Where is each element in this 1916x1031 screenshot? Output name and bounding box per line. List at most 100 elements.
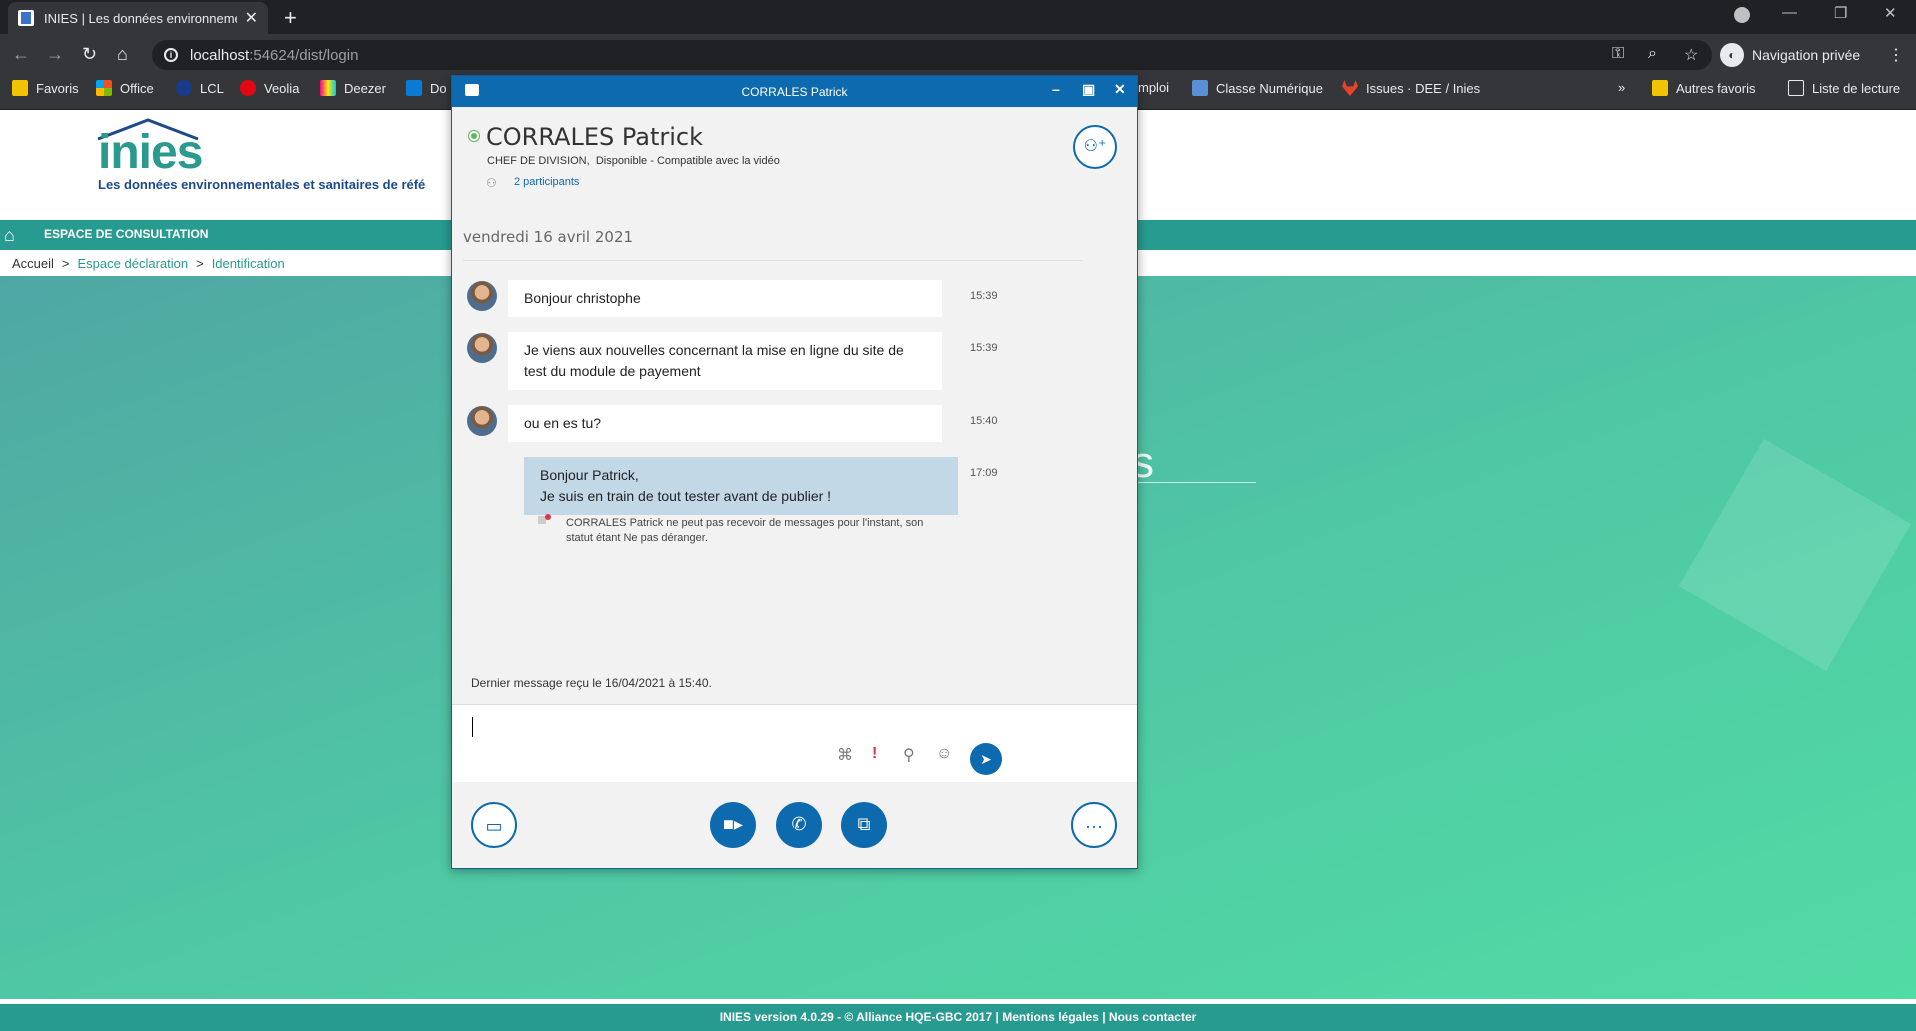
url-host: localhost — [190, 46, 250, 64]
site-info-icon[interactable]: i — [164, 48, 178, 62]
bookmarks-overflow-button[interactable]: » — [1618, 80, 1625, 95]
my-message-line: Je suis en train de tout tester avant de… — [540, 488, 832, 504]
page-favicon-icon — [18, 10, 34, 26]
breadcrumb-identification[interactable]: Identification — [212, 256, 285, 271]
bookmark-classe-numerique[interactable]: Classe Numérique — [1192, 80, 1323, 96]
gitlab-icon — [1342, 80, 1358, 96]
chat-minimize-icon[interactable]: – — [1052, 81, 1060, 97]
folder-icon — [12, 80, 28, 96]
bookmark-do[interactable]: Do — [406, 80, 447, 96]
reload-icon[interactable]: ↻ — [82, 44, 97, 65]
link-icon[interactable]: ⚲ — [903, 745, 915, 765]
bookmark-label: Favoris — [36, 80, 79, 96]
minimize-window-icon[interactable]: — — [1782, 4, 1797, 21]
emoticon-icon[interactable]: ☺ — [936, 745, 952, 763]
browser-menu-icon[interactable]: ⋮ — [1888, 45, 1904, 65]
tab-close-icon[interactable]: ✕ — [245, 8, 258, 28]
video-camera-icon: ■▸ — [723, 814, 743, 834]
phone-icon: ✆ — [791, 814, 807, 834]
chat-title-bar[interactable]: CORRALES Patrick – ▣ ✕ — [452, 76, 1137, 107]
participants-link[interactable]: 2 participants — [514, 176, 579, 188]
home-icon[interactable]: ⌂ — [4, 225, 15, 246]
lcl-icon — [176, 80, 192, 96]
contact-avatar[interactable] — [467, 281, 497, 311]
contact-avatar[interactable] — [467, 333, 497, 363]
date-separator: vendredi 16 avril 2021 — [463, 228, 634, 246]
page-footer: INIES version 4.0.29 - © Alliance HQE-GB… — [0, 1004, 1916, 1031]
more-options-button[interactable]: ··· — [1071, 802, 1117, 848]
incognito-profile-button[interactable]: ◐ Navigation privée — [1720, 40, 1860, 70]
office-icon — [96, 80, 112, 96]
classe-numerique-icon — [1192, 80, 1208, 96]
bookmark-issues[interactable]: Issues · DEE / Inies — [1342, 80, 1480, 96]
im-button[interactable]: ▭ — [471, 802, 517, 848]
message-bubble: Bonjour christophe — [508, 280, 942, 317]
chat-bubble-icon: ▭ — [485, 816, 503, 836]
browser-tab[interactable]: INIES | Les données environneme ✕ — [8, 2, 268, 34]
reading-list-button[interactable]: Liste de lecture — [1788, 80, 1900, 96]
bookmark-lcl[interactable]: LCL — [176, 80, 224, 96]
bookmark-veolia[interactable]: Veolia — [240, 80, 299, 96]
send-icon: ➤ — [980, 751, 992, 767]
deezer-icon — [320, 80, 336, 96]
add-people-button[interactable]: ⚇⁺ — [1073, 125, 1117, 169]
bookmark-label: mploi — [1138, 80, 1170, 95]
delivery-error-text: CORRALES Patrick ne peut pas recevoir de… — [566, 517, 924, 544]
reading-list-label: Liste de lecture — [1812, 80, 1901, 96]
date-divider — [463, 260, 1083, 261]
message-time: 15:39 — [970, 290, 998, 302]
chat-close-icon[interactable]: ✕ — [1114, 81, 1126, 98]
message-time: 17:09 — [970, 467, 998, 479]
message-compose-box[interactable]: ⌘ ! ⚲ ☺ ➤ — [452, 704, 1137, 782]
bookmark-office[interactable]: Office — [96, 80, 154, 96]
home-icon[interactable]: ⌂ — [117, 44, 128, 65]
nav-espace-consultation[interactable]: ESPACE DE CONSULTATION — [44, 227, 208, 241]
bookmark-label: LCL — [200, 80, 224, 96]
new-tab-button[interactable]: + — [284, 5, 297, 31]
high-importance-icon[interactable]: ! — [872, 745, 877, 763]
bookmark-label: Do — [430, 80, 447, 96]
bookmark-favoris[interactable]: Favoris — [12, 80, 79, 96]
forward-arrow-icon[interactable]: → — [46, 44, 64, 65]
my-message-line: Bonjour Patrick, — [540, 467, 639, 483]
breadcrumb-espace-declaration[interactable]: Espace déclaration — [78, 256, 189, 271]
star-bookmark-icon[interactable]: ☆ — [1684, 45, 1698, 65]
message-bubble: ou en es tu? — [508, 405, 942, 442]
incognito-label: Navigation privée — [1752, 47, 1861, 63]
breadcrumb-separator: > — [196, 256, 204, 271]
key-icon[interactable]: ⚿ — [1612, 45, 1624, 63]
attach-file-icon[interactable]: ⌘ — [837, 745, 853, 765]
bookmark-other-favorites[interactable]: Autres favoris — [1652, 80, 1755, 96]
bookmark-label: Issues · DEE / Inies — [1366, 80, 1481, 96]
url-path: :54624/dist/login — [249, 46, 359, 64]
last-received-note: Dernier message reçu le 16/04/2021 à 15:… — [471, 676, 712, 690]
share-screen-button[interactable]: ⧉ — [841, 802, 887, 848]
error-badge-icon — [545, 514, 551, 520]
close-window-icon[interactable]: ✕ — [1884, 4, 1897, 22]
contact-avatar[interactable] — [467, 406, 497, 436]
bookmark-label: Classe Numérique — [1216, 80, 1323, 96]
send-button[interactable]: ➤ — [970, 743, 1002, 775]
bookmark-deezer[interactable]: Deezer — [320, 80, 386, 96]
video-call-button[interactable]: ■▸ — [710, 802, 756, 848]
bookmark-label: Deezer — [344, 80, 386, 96]
contact-name[interactable]: CORRALES Patrick — [486, 123, 703, 151]
zoom-icon[interactable]: ⌕ — [1648, 45, 1657, 63]
bookmark-emploi[interactable]: mploi — [1138, 80, 1169, 95]
address-bar[interactable]: i localhost:54624/dist/login — [152, 40, 1712, 70]
restore-window-icon[interactable]: ❐ — [1834, 4, 1847, 22]
tab-search-icon[interactable] — [1734, 7, 1750, 23]
incognito-icon: ◐ — [1720, 43, 1744, 67]
folder-icon — [1652, 80, 1668, 96]
breadcrumb-home[interactable]: Accueil — [12, 256, 54, 271]
site-logo[interactable]: inies — [98, 125, 203, 180]
contact-status: CHEF DE DIVISION, Disponible - Compatibl… — [487, 155, 780, 167]
contact-title: CHEF DE DIVISION, — [487, 155, 590, 167]
audio-call-button[interactable]: ✆ — [776, 802, 822, 848]
chat-window-title: CORRALES Patrick — [741, 85, 848, 99]
contact-availability: Disponible - Compatible avec la vidéo — [595, 155, 780, 167]
chat-maximize-icon[interactable]: ▣ — [1082, 81, 1095, 98]
add-people-icon: ⚇⁺ — [1083, 138, 1107, 155]
message-bubble: Je viens aux nouvelles concernant la mis… — [508, 332, 942, 390]
back-arrow-icon[interactable]: ← — [12, 44, 30, 65]
